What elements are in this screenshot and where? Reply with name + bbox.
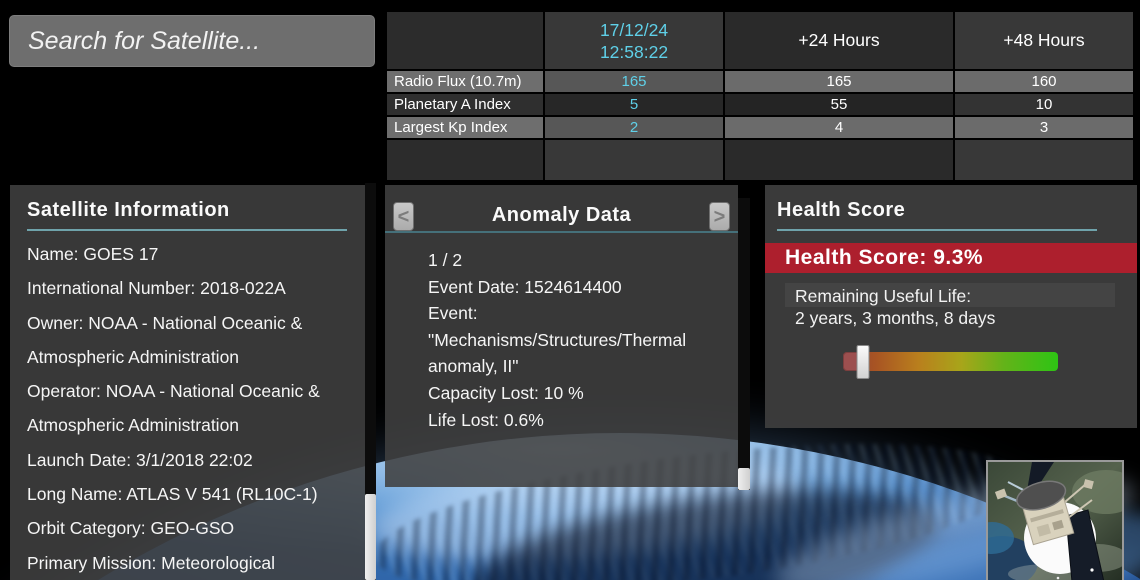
row-label-radio-flux: Radio Flux (10.7m)	[387, 71, 543, 92]
planetary-a-current: 5	[545, 94, 723, 115]
previous-anomaly-button[interactable]: <	[393, 202, 414, 231]
space-weather-table: 17/12/24 12:58:22 +24 Hours +48 Hours Ra…	[387, 12, 1133, 180]
satellite-info-title: Satellite Information	[27, 199, 365, 222]
anomaly-header: < Anomaly Data >	[385, 185, 738, 231]
health-score-panel: Health Score Health Score: 9.3% Remainin…	[765, 185, 1137, 428]
scrollbar-thumb[interactable]	[738, 468, 750, 490]
kp-index-current: 2	[545, 117, 723, 138]
anomaly-title: Anomaly Data	[492, 204, 631, 227]
app-background: 17/12/24 12:58:22 +24 Hours +48 Hours Ra…	[0, 0, 1140, 580]
satellite-thumbnail	[986, 460, 1124, 580]
health-score-banner: Health Score: 9.3%	[765, 243, 1137, 273]
next-anomaly-button[interactable]: >	[709, 202, 730, 231]
anomaly-data-panel: < Anomaly Data > 1 / 2 Event Date: 15246…	[385, 185, 738, 487]
satellite-search-input[interactable]	[9, 15, 375, 67]
satellite-info-details: Name: GOES 17 International Number: 2018…	[27, 237, 365, 580]
table-header-current: 17/12/24 12:58:22	[545, 12, 723, 69]
radio-flux-plus24: 165	[725, 71, 953, 92]
anomaly-details: Event Date: 1524614400 Event: "Mechanism…	[428, 274, 738, 434]
table-header-plus48: +48 Hours	[955, 12, 1133, 69]
table-header-empty	[387, 12, 543, 69]
radio-flux-current: 165	[545, 71, 723, 92]
chevron-left-icon: <	[398, 207, 410, 227]
title-divider	[777, 229, 1097, 231]
row-label-kp-index: Largest Kp Index	[387, 117, 543, 138]
satellite-info-scrollbar[interactable]	[365, 183, 376, 580]
table-filler-cell	[387, 140, 543, 180]
table-filler-cell	[725, 140, 953, 180]
table-filler-cell	[545, 140, 723, 180]
title-divider	[27, 229, 347, 231]
anomaly-pager: 1 / 2	[428, 247, 738, 274]
anomaly-scrollbar[interactable]	[738, 198, 750, 490]
current-time: 12:58:22	[600, 41, 668, 63]
remaining-useful-life-value: 2 years, 3 months, 8 days	[795, 308, 1137, 330]
planetary-a-plus48: 10	[955, 94, 1133, 115]
row-label-planetary-a: Planetary A Index	[387, 94, 543, 115]
health-score-slider-track[interactable]	[843, 352, 1058, 371]
satellite-render-image	[988, 462, 1122, 580]
current-date: 17/12/24	[600, 19, 668, 41]
kp-index-plus24: 4	[725, 117, 953, 138]
kp-index-plus48: 3	[955, 117, 1133, 138]
chevron-right-icon: >	[714, 207, 726, 227]
table-filler-cell	[955, 140, 1133, 180]
table-header-plus24: +24 Hours	[725, 12, 953, 69]
remaining-useful-life-label: Remaining Useful Life:	[795, 286, 1137, 308]
radio-flux-plus48: 160	[955, 71, 1133, 92]
health-score-title: Health Score	[777, 199, 1137, 222]
health-score-slider-thumb[interactable]	[856, 345, 869, 379]
planetary-a-plus24: 55	[725, 94, 953, 115]
satellite-info-panel: Satellite Information Name: GOES 17 Inte…	[10, 185, 365, 580]
scrollbar-thumb[interactable]	[365, 494, 376, 580]
